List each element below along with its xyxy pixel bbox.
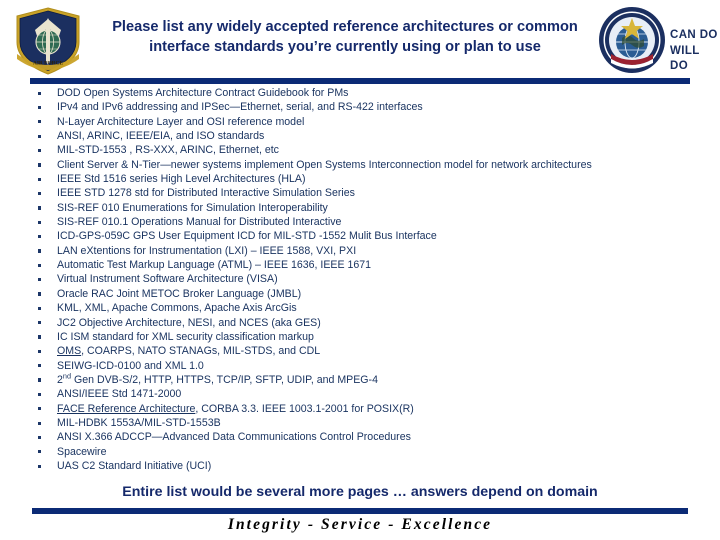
af-seal-banner-text: AIR FORCE [33,61,64,67]
list-item: MIL-STD-1553 , RS-XXX, ARINC, Ethernet, … [36,143,696,157]
list-item-label: SEIWG-ICD-0100 and XML 1.0 [57,359,204,372]
bullet-square-icon [38,278,42,282]
bullet-square-icon [38,148,42,153]
bullet-square-icon [38,335,42,339]
list-item: Automatic Test Markup Language (ATML) – … [36,258,696,272]
list-item-label: Virtual Instrument Software Architecture… [57,273,278,286]
bullet-square-icon [38,464,42,468]
slide-header: AIR FORCE Please list any widely accepte… [0,0,720,78]
list-item: ANSI/IEEE Std 1471-2000 [36,387,696,401]
list-item-label: LAN eXtentions for Instrumentation (LXI)… [57,244,357,257]
bullet-square-icon [38,192,42,196]
list-item: IEEE STD 1278 std for Distributed Intera… [36,186,696,200]
list-item: ANSI X.366 ADCCP—Advanced Data Communica… [36,430,696,444]
bullet-square-icon [38,163,42,167]
list-item-label: SIS-REF 010.1 Operations Manual for Dist… [57,216,342,229]
list-item-label: 2nd Gen DVB-S/2, HTTP, HTTPS, TCP/IP, SF… [57,371,378,386]
list-item-label: FACE Reference Architecture, CORBA 3.3. … [57,402,414,415]
command-motto: CAN DO WILL DO [670,28,720,75]
bullet-square-icon [38,421,42,425]
bullet-square-icon [38,249,42,253]
list-item-label: Client Server & N-Tier—newer systems imp… [57,158,592,171]
bullet-square-icon [38,292,42,296]
header-divider-rule [30,78,690,84]
bullet-square-icon [38,364,42,368]
list-item-label: Oracle RAC Joint METOC Broker Language (… [57,287,302,300]
list-item-label: MIL-HDBK 1553A/MIL-STD-1553B [57,416,221,429]
bullet-square-icon [38,235,42,239]
list-item: SIS-REF 010.1 Operations Manual for Dist… [36,215,696,229]
bullet-square-icon [38,91,42,95]
list-item: Virtual Instrument Software Architecture… [36,272,696,286]
list-item-label: UAS C2 Standard Initiative (UCI) [57,459,212,472]
bullet-square-icon [38,206,42,210]
list-item-label: Automatic Test Markup Language (ATML) – … [57,259,372,272]
bullet-square-icon [38,263,42,267]
bullet-square-icon [38,105,42,110]
list-item: DOD Open Systems Architecture Contract G… [36,86,696,100]
closing-statement: Entire list would be several more pages … [122,484,598,500]
list-item-label: SIS-REF 010 Enumerations for Simulation … [57,201,328,214]
list-item-label: IEEE Std 1516 series High Level Architec… [57,173,306,186]
bullet-square-icon [38,349,42,353]
list-item-label: MIL-STD-1553 , RS-XXX, ARINC, Ethernet, … [57,144,279,157]
bullet-square-icon [38,177,42,181]
list-item: UAS C2 Standard Initiative (UCI) [36,459,696,473]
list-item-label: IC ISM standard for XML security classif… [57,330,314,343]
list-item: IEEE Std 1516 series High Level Architec… [36,172,696,186]
list-item: Client Server & N-Tier—newer systems imp… [36,158,696,172]
footer-motto: Integrity - Service - Excellence [227,516,493,533]
footer-divider-rule [32,508,688,514]
list-item: FACE Reference Architecture, CORBA 3.3. … [36,402,696,416]
bullet-square-icon [38,435,42,440]
list-item-label: ANSI/IEEE Std 1471-2000 [57,388,182,401]
list-item: Spacewire [36,445,696,459]
bullet-square-icon [38,321,42,325]
bullet-square-icon [38,134,42,138]
list-item: JC2 Objective Architecture, NESI, and NC… [36,316,696,330]
bullet-square-icon [38,378,42,382]
page-title: Please list any widely accepted referenc… [112,19,578,55]
list-item-label: ICD-GPS-059C GPS User Equipment ICD for … [57,230,437,243]
list-item: Oracle RAC Joint METOC Broker Language (… [36,287,696,301]
bullet-square-icon [38,220,42,224]
list-item: OMS, COARPS, NATO STANAGs, MIL-STDS, and… [36,344,696,358]
bullet-square-icon [38,392,42,396]
list-item: LAN eXtentions for Instrumentation (LXI)… [36,244,696,258]
list-item: MIL-HDBK 1553A/MIL-STD-1553B [36,416,696,430]
list-item: KML, XML, Apache Commons, Apache Axis Ar… [36,301,696,315]
list-item-label: ANSI, ARINC, IEEE/EIA, and ISO standards [57,130,265,143]
bullet-square-icon [38,407,42,411]
list-item-label: Spacewire [57,445,107,458]
list-item: SEIWG-ICD-0100 and XML 1.0 [36,359,696,373]
bullet-square-icon [38,120,42,124]
air-force-seal: AIR FORCE [16,7,80,75]
command-motto-line1: CAN DO [670,29,718,41]
list-item: IC ISM standard for XML security classif… [36,330,696,344]
list-item-label: ANSI X.366 ADCCP—Advanced Data Communica… [57,431,411,444]
list-item-label: KML, XML, Apache Commons, Apache Axis Ar… [57,302,297,315]
list-item-label: JC2 Objective Architecture, NESI, and NC… [57,316,321,329]
list-item: N-Layer Architecture Layer and OSI refer… [36,115,696,129]
list-item-label: IEEE STD 1278 std for Distributed Intera… [57,187,355,200]
list-item-label: N-Layer Architecture Layer and OSI refer… [57,115,305,128]
reference-architecture-list: DOD Open Systems Architecture Contract G… [36,86,696,473]
list-item-label: IPv4 and IPv6 addressing and IPSec—Ether… [57,101,423,114]
bullet-square-icon [38,306,42,310]
bullet-square-icon [38,450,42,454]
list-item: ICD-GPS-059C GPS User Equipment ICD for … [36,229,696,243]
list-item: 2nd Gen DVB-S/2, HTTP, HTTPS, TCP/IP, SF… [36,371,696,387]
list-item: IPv4 and IPv6 addressing and IPSec—Ether… [36,100,696,114]
list-item-label: DOD Open Systems Architecture Contract G… [57,87,349,99]
command-seal [599,7,665,73]
list-item: SIS-REF 010 Enumerations for Simulation … [36,201,696,215]
list-item-label: OMS, COARPS, NATO STANAGs, MIL-STDS, and… [57,345,321,358]
list-item: ANSI, ARINC, IEEE/EIA, and ISO standards [36,129,696,143]
command-motto-line2: WILL DO [670,44,700,73]
